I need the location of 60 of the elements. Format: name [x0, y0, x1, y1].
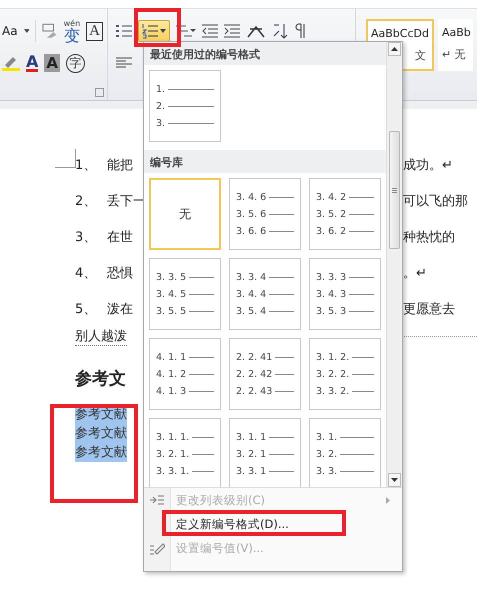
menu-item[interactable]: 定义新编号格式(D)...: [144, 512, 402, 536]
numbered-list-icon[interactable]: [142, 23, 158, 39]
numbering-format-tile[interactable]: 4. 1. 1 4. 1. 2 4. 1. 3: [149, 338, 221, 410]
multilevel-list-icon[interactable]: [176, 24, 196, 38]
increase-indent-icon[interactable]: [224, 24, 240, 38]
list-text: 更愿意去: [403, 301, 455, 318]
list-text: 在世: [107, 229, 134, 246]
numbering-format-tile[interactable]: 2. 2. 41 2. 2. 42 2. 2. 43: [229, 338, 301, 410]
selected-text: 参考文献: [75, 443, 127, 462]
caret-icon[interactable]: [24, 29, 30, 33]
scroll-down-icon[interactable]: [391, 478, 398, 482]
numbering-format-tile[interactable]: 3. 3. 5 3. 4. 5 3. 5. 5: [149, 258, 221, 330]
phonetic-guide-button[interactable]: wén 变: [64, 18, 80, 44]
decrease-indent-icon[interactable]: [202, 24, 218, 38]
list-text: 能把: [107, 157, 134, 174]
menu-section-header: 编号库: [144, 150, 386, 173]
selected-text: 参考文献: [75, 424, 127, 443]
character-border-button[interactable]: A: [86, 22, 103, 40]
list-number: 5、: [75, 301, 98, 318]
numbering-format-tile[interactable]: 3. 1. 2. 3. 2. 2. 3. 3. 2.: [309, 338, 381, 410]
menu-section-header: 最近使用过的编号格式: [144, 42, 386, 65]
font-color-button[interactable]: A: [26, 54, 38, 72]
scroll-up-icon[interactable]: [391, 47, 398, 51]
scrollbar[interactable]: [386, 42, 402, 487]
numbering-format-tile[interactable]: 3. 4. 2 3. 5. 2 3. 6. 2: [309, 178, 381, 250]
list-text: 成功。↵: [403, 157, 453, 174]
change-case-button[interactable]: Aa: [2, 24, 18, 38]
enclose-character-button[interactable]: 字: [66, 54, 85, 72]
list-number: 4、: [75, 265, 98, 282]
numbering-button[interactable]: [138, 20, 170, 42]
character-shading-button[interactable]: A: [44, 54, 60, 72]
list-number: 3、: [75, 229, 98, 246]
numbering-format-tile[interactable]: 3. 4. 6 3. 5. 6 3. 6. 6: [229, 178, 301, 250]
annotation-frame: [134, 8, 181, 47]
style-gallery-item[interactable]: AaBb ↵ 无: [438, 19, 473, 71]
numbering-format-tile[interactable]: 无: [149, 178, 221, 250]
highlighter-icon[interactable]: [2, 55, 20, 71]
numbering-format-tile[interactable]: 3. 3. 3 3. 4. 3 3. 5. 3: [309, 258, 381, 330]
caret-icon[interactable]: [160, 29, 166, 33]
grip-icon[interactable]: [392, 188, 397, 192]
numbering-format-tile[interactable]: 1. 2. 3.: [149, 70, 221, 142]
section-heading: 参考文: [75, 368, 126, 391]
clear-format-icon[interactable]: [42, 23, 58, 39]
list-text: 种热忱的: [403, 229, 455, 246]
list-text: 泼在: [107, 301, 134, 318]
list-text: 别人越泼: [75, 326, 127, 346]
list-number: 1、: [75, 157, 98, 174]
list-text: 可以飞的那: [403, 193, 468, 210]
align-left-icon[interactable]: [116, 57, 132, 69]
list-text: 。↵: [403, 265, 427, 282]
list-text: 恐惧: [107, 265, 134, 282]
page-corner-mark: [55, 149, 76, 168]
numbering-format-tile[interactable]: 3. 1. 1 3. 2. 1 3. 3. 1: [229, 418, 301, 487]
list-number: 2、: [75, 193, 98, 210]
sort-icon[interactable]: [272, 23, 288, 39]
numbering-format-tile[interactable]: 3. 1. 1. 3. 2. 1. 3. 3. 1.: [149, 418, 221, 487]
numbering-format-tile[interactable]: 3. 3. 4 3. 4. 4 3. 5. 4: [229, 258, 301, 330]
numbering-format-tile[interactable]: 3. 1. 3. 2. 3. 3.: [309, 418, 381, 487]
paragraph-mark-icon[interactable]: [294, 23, 306, 39]
bullet-list-icon[interactable]: [116, 24, 132, 38]
